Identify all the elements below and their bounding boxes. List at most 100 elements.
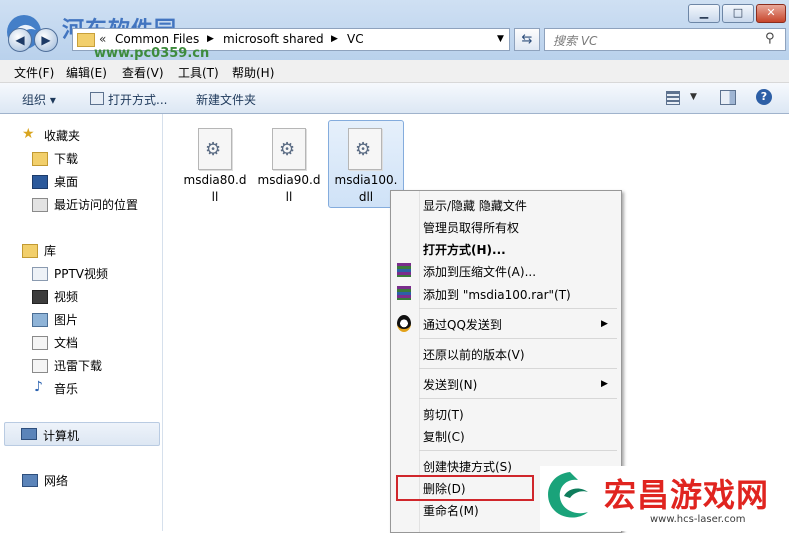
nav-desktop[interactable]: 桌面: [54, 173, 78, 190]
file-name: msdia90.d ll: [254, 172, 324, 206]
file-name: msdia80.d ll: [180, 172, 250, 206]
gear-icon: ⚙: [205, 139, 222, 160]
file-name-line: msdia90.d: [257, 173, 321, 187]
ctx-add-to-archive[interactable]: 添加到压缩文件(A)...: [423, 263, 536, 280]
file-name-line: ll: [285, 190, 293, 204]
nav-music[interactable]: 音乐: [54, 380, 78, 397]
network-icon: [22, 474, 38, 487]
minimize-button[interactable]: ▁: [688, 4, 720, 23]
search-input[interactable]: 搜索 VC: [553, 32, 597, 49]
maximize-button[interactable]: □: [722, 4, 754, 23]
video-icon: [32, 290, 48, 304]
brand-logo-icon: [548, 472, 588, 518]
menu-tools[interactable]: 工具(T): [178, 64, 219, 81]
file-name-line: ll: [211, 190, 219, 204]
nav-thunder-download[interactable]: 迅雷下载: [54, 357, 102, 374]
ctx-send-via-qq[interactable]: 通过QQ发送到: [423, 316, 502, 333]
nav-computer-row[interactable]: 计算机: [4, 422, 160, 446]
nav-libraries[interactable]: 库: [44, 242, 56, 259]
brand-name: 宏昌游戏网: [604, 476, 770, 514]
ctx-delete[interactable]: 删除(D): [423, 480, 466, 497]
menu-separator: [419, 368, 617, 369]
pictures-icon: [32, 313, 48, 327]
file-name-line: msdia80.d: [183, 173, 247, 187]
menu-bar: 文件(F) 编辑(E) 查看(V) 工具(T) 帮助(H): [0, 60, 789, 83]
libraries-icon: [22, 244, 38, 258]
search-icon[interactable]: ⚲: [765, 31, 775, 46]
ctx-take-ownership[interactable]: 管理员取得所有权: [423, 219, 519, 236]
file-name-line: msdia100.: [334, 173, 398, 187]
refresh-icon: ⇆: [521, 32, 533, 47]
organize-button[interactable]: 组织 ▾: [22, 91, 56, 108]
winrar-icon: [397, 263, 411, 277]
open-with-icon: [90, 92, 104, 105]
ctx-copy[interactable]: 复制(C): [423, 428, 465, 445]
breadcrumb-microsoft-shared[interactable]: microsoft shared: [223, 32, 324, 46]
menu-help[interactable]: 帮助(H): [232, 64, 274, 81]
search-box[interactable]: 搜索 VC ⚲: [544, 28, 786, 51]
view-dropdown-icon[interactable]: ▼: [690, 92, 697, 102]
documents-icon: [32, 336, 48, 350]
forward-button[interactable]: ▶: [34, 28, 58, 52]
recent-places-icon: [32, 198, 48, 212]
dll-file-icon: ⚙: [272, 128, 306, 170]
ctx-toggle-hidden-files[interactable]: 显示/隐藏 隐藏文件: [423, 197, 527, 214]
nav-documents[interactable]: 文档: [54, 334, 78, 351]
menu-separator: [419, 450, 617, 451]
ctx-send-to[interactable]: 发送到(N): [423, 376, 477, 393]
breadcrumb-separator-icon: ▶: [207, 34, 214, 44]
menu-separator: [419, 338, 617, 339]
close-button[interactable]: ✕: [756, 4, 786, 23]
folder-icon: [77, 33, 95, 47]
open-with-button[interactable]: 打开方式...: [108, 91, 167, 108]
gear-icon: ⚙: [355, 139, 372, 160]
ctx-add-to-rar[interactable]: 添加到 "msdia100.rar"(T): [423, 286, 571, 303]
preview-pane-icon[interactable]: [720, 90, 736, 105]
menu-separator: [419, 308, 617, 309]
breadcrumb-separator-icon: ▶: [331, 34, 338, 44]
ctx-restore-previous-versions[interactable]: 还原以前的版本(V): [423, 346, 525, 363]
nav-favorites[interactable]: 收藏夹: [44, 127, 80, 144]
nav-video[interactable]: 视频: [54, 288, 78, 305]
dll-file-icon: ⚙: [348, 128, 382, 170]
ctx-rename[interactable]: 重命名(M): [423, 502, 479, 519]
submenu-arrow-icon: ▶: [601, 379, 608, 389]
view-options-icon[interactable]: [666, 91, 680, 105]
menu-separator: [419, 398, 617, 399]
brand-url: www.hcs-laser.com: [650, 514, 746, 525]
ctx-create-shortcut[interactable]: 创建快捷方式(S): [423, 458, 512, 475]
computer-icon: [21, 428, 37, 440]
file-item-msdia90[interactable]: ⚙ msdia90.d ll: [254, 124, 324, 204]
ctx-cut[interactable]: 剪切(T): [423, 406, 464, 423]
qq-penguin-icon: [397, 315, 411, 332]
address-dropdown-icon[interactable]: ▼: [497, 34, 504, 44]
nav-pictures[interactable]: 图片: [54, 311, 78, 328]
dll-file-icon: ⚙: [198, 128, 232, 170]
gear-icon: ⚙: [279, 139, 296, 160]
new-folder-button[interactable]: 新建文件夹: [196, 91, 256, 108]
watermark-site-url: www.pc0359.cn: [94, 46, 210, 61]
nav-recent-places[interactable]: 最近访问的位置: [54, 196, 138, 213]
winrar-icon: [397, 286, 411, 300]
breadcrumb-common-files[interactable]: Common Files: [115, 32, 199, 46]
brand-watermark: 宏昌游戏网 www.hcs-laser.com: [540, 466, 789, 531]
back-button[interactable]: ◀: [8, 28, 32, 52]
nav-pptv-video[interactable]: PPTV视频: [54, 265, 108, 282]
nav-downloads[interactable]: 下载: [54, 150, 78, 167]
menu-file[interactable]: 文件(F): [14, 64, 54, 81]
pptv-video-icon: [32, 267, 48, 281]
menu-edit[interactable]: 编辑(E): [66, 64, 107, 81]
breadcrumb-chevron-icon: «: [99, 32, 107, 46]
submenu-arrow-icon: ▶: [601, 319, 608, 329]
nav-computer: 计算机: [43, 429, 80, 443]
star-icon: ★: [22, 126, 35, 142]
file-item-msdia80[interactable]: ⚙ msdia80.d ll: [180, 124, 250, 204]
menu-view[interactable]: 查看(V): [122, 64, 164, 81]
nav-network[interactable]: 网络: [44, 472, 68, 489]
command-toolbar: 组织 ▾ 打开方式... 新建文件夹 ▼ ?: [0, 83, 789, 114]
navigation-pane: ★ 收藏夹 下载 桌面 最近访问的位置 库 PPTV视频 视频 图片 文档 迅雷…: [0, 114, 163, 531]
refresh-button[interactable]: ⇆: [514, 28, 540, 51]
help-icon[interactable]: ?: [756, 89, 772, 105]
ctx-open-with[interactable]: 打开方式(H)...: [423, 241, 506, 258]
breadcrumb-vc[interactable]: VC: [347, 32, 364, 46]
